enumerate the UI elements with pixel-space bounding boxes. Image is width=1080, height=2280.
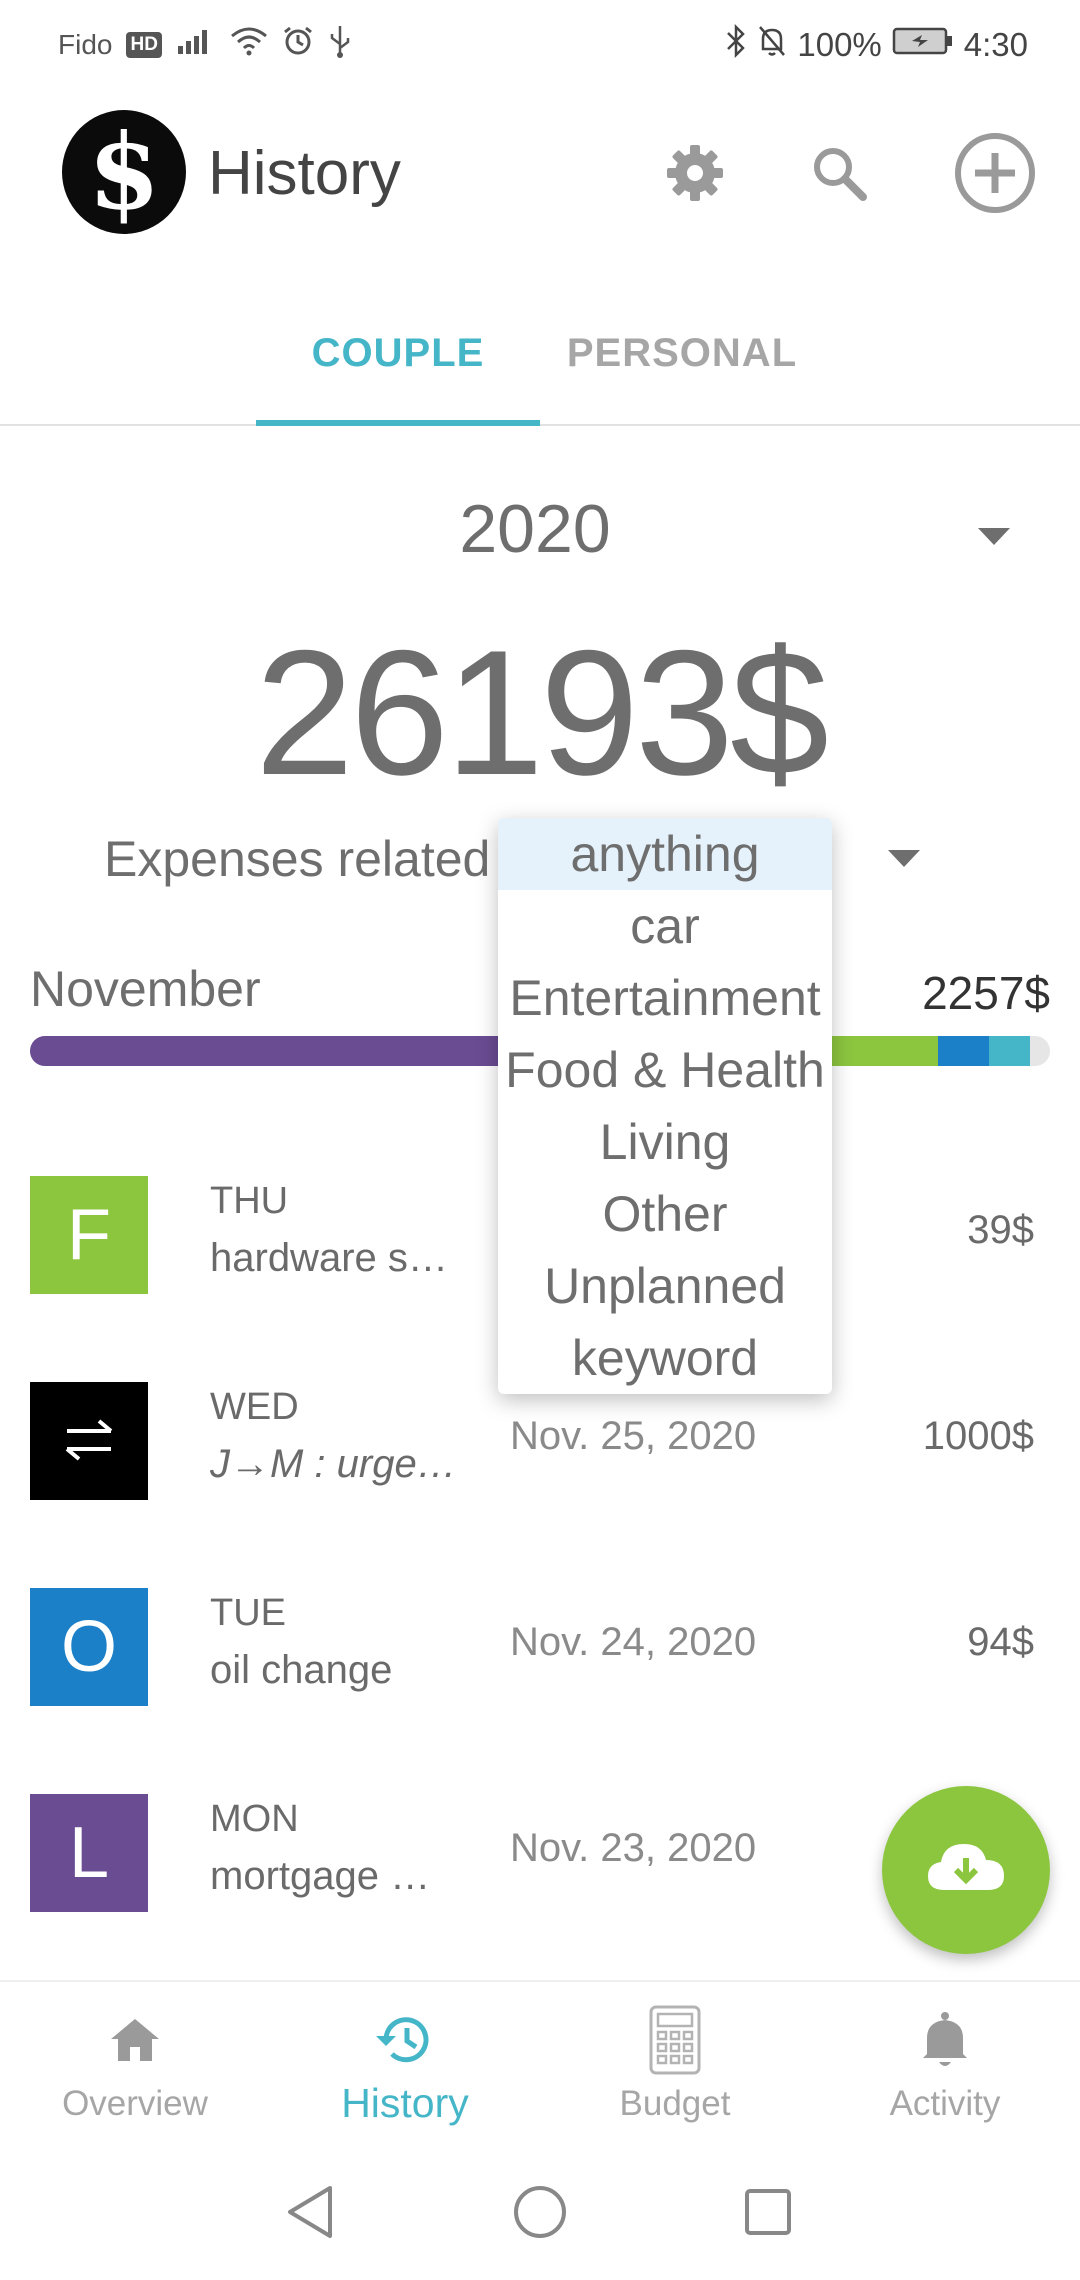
page-title: History	[208, 139, 401, 208]
dropdown-option-other[interactable]: Other	[498, 1178, 832, 1250]
nav-overview[interactable]: Overview	[0, 1982, 270, 2150]
clock: 4:30	[963, 26, 1028, 63]
transaction-description: mortgage …	[210, 1854, 431, 1898]
nav-activity[interactable]: Activity	[810, 1982, 1080, 2150]
bottom-navigation: Overview History Budget Activity	[0, 1980, 1080, 2148]
category-avatar: O	[30, 1588, 148, 1706]
chevron-down-icon[interactable]	[888, 850, 920, 867]
nav-label: History	[341, 2080, 469, 2126]
wifi-icon	[230, 26, 268, 63]
back-button[interactable]	[278, 2182, 342, 2246]
filter-label: Expenses related to	[104, 831, 546, 887]
dropdown-option-keyword[interactable]: keyword	[498, 1322, 832, 1394]
category-avatar: L	[30, 1794, 148, 1912]
home-circle-icon	[512, 2184, 568, 2245]
tab-personal[interactable]: PERSONAL	[540, 280, 824, 426]
usb-icon	[328, 24, 352, 65]
dropdown-option-car[interactable]: car	[498, 890, 832, 962]
transaction-date: Nov. 25, 2020	[510, 1414, 757, 1458]
bell-icon	[810, 2006, 1080, 2074]
logo-glyph: $	[87, 110, 161, 233]
transaction-description: J→M : urge…	[210, 1442, 457, 1486]
nav-label: Overview	[62, 2084, 208, 2123]
month-name: November	[30, 961, 261, 1017]
transaction-date: Nov. 23, 2020	[510, 1826, 757, 1870]
year-selector[interactable]: 2020	[0, 490, 1080, 580]
history-icon	[270, 2006, 540, 2074]
search-button[interactable]	[796, 132, 882, 218]
recents-square-icon	[742, 2186, 794, 2243]
status-bar-right: 100% 4:30	[725, 23, 1028, 66]
nav-history[interactable]: History	[270, 1982, 540, 2150]
system-navigation-bar	[0, 2148, 1080, 2280]
bluetooth-icon	[725, 23, 747, 66]
settings-button[interactable]	[652, 132, 738, 218]
month-total: 2257$	[922, 967, 1050, 1019]
nav-label: Activity	[889, 2084, 1001, 2123]
transaction-day: TUE	[210, 1592, 286, 1634]
hd-badge: HD	[126, 31, 162, 58]
recents-button[interactable]	[736, 2182, 800, 2246]
transaction-amount: 1000$	[922, 1414, 1034, 1458]
transaction-amount: 94$	[967, 1620, 1034, 1664]
carrier-name: Fido	[58, 28, 113, 60]
cloud-download-icon	[926, 1838, 1006, 1903]
transaction-day: THU	[210, 1180, 289, 1222]
avatar-letter: O	[60, 1607, 117, 1687]
year-label: 2020	[459, 491, 611, 567]
transaction-day: MON	[210, 1798, 299, 1840]
status-bar: Fido HD 100% 4:30	[0, 0, 1080, 92]
status-bar-left: Fido HD	[58, 24, 352, 65]
app-bar: $ History	[0, 92, 1080, 260]
avatar-letter: L	[68, 1813, 110, 1893]
add-button[interactable]	[952, 132, 1038, 218]
category-avatar: F	[30, 1176, 148, 1294]
gear-icon	[663, 141, 727, 210]
alarm-icon	[282, 25, 314, 64]
battery-percent: 100%	[797, 26, 882, 63]
transaction-amount: 39$	[967, 1208, 1034, 1252]
calculator-icon	[540, 2005, 810, 2075]
transaction-description: oil change	[210, 1648, 393, 1692]
dropdown-option-unplanned[interactable]: Unplanned	[498, 1250, 832, 1322]
breakdown-segment	[30, 1036, 520, 1066]
mute-bell-icon	[757, 24, 787, 66]
transfer-arrows-icon	[59, 1400, 119, 1482]
home-button[interactable]	[508, 2182, 572, 2246]
category-filter-dropdown: anything car Entertainment Food & Health…	[498, 818, 832, 1394]
tab-bar: COUPLE PERSONAL	[0, 280, 1080, 426]
dropdown-option-entertainment[interactable]: Entertainment	[498, 962, 832, 1034]
add-circle-icon	[953, 131, 1037, 220]
category-avatar	[30, 1382, 148, 1500]
breakdown-segment	[937, 1036, 989, 1066]
transaction-date: Nov. 24, 2020	[510, 1620, 757, 1664]
nav-label: Budget	[619, 2084, 731, 2123]
battery-charging-icon	[892, 26, 954, 64]
nav-budget[interactable]: Budget	[540, 1982, 810, 2150]
total-amount: 26193$	[255, 613, 829, 812]
signal-icon	[176, 26, 216, 63]
tab-indicator	[256, 420, 540, 426]
transaction-day: WED	[210, 1386, 299, 1428]
avatar-letter: F	[67, 1195, 111, 1275]
search-icon	[807, 141, 871, 210]
list-item[interactable]: O TUE oil change Nov. 24, 2020 94$	[0, 1562, 1080, 1712]
chevron-down-icon	[978, 528, 1010, 545]
app-logo: $	[62, 110, 186, 234]
tab-couple[interactable]: COUPLE	[256, 280, 540, 426]
download-fab[interactable]	[882, 1786, 1050, 1954]
dropdown-option-living[interactable]: Living	[498, 1106, 832, 1178]
home-icon	[0, 2006, 270, 2074]
dropdown-option-anything[interactable]: anything	[498, 818, 832, 890]
back-triangle-icon	[284, 2184, 336, 2245]
transaction-description: hardware s…	[210, 1236, 448, 1280]
dropdown-option-food-health[interactable]: Food & Health	[498, 1034, 832, 1106]
breakdown-segment	[988, 1036, 1030, 1066]
